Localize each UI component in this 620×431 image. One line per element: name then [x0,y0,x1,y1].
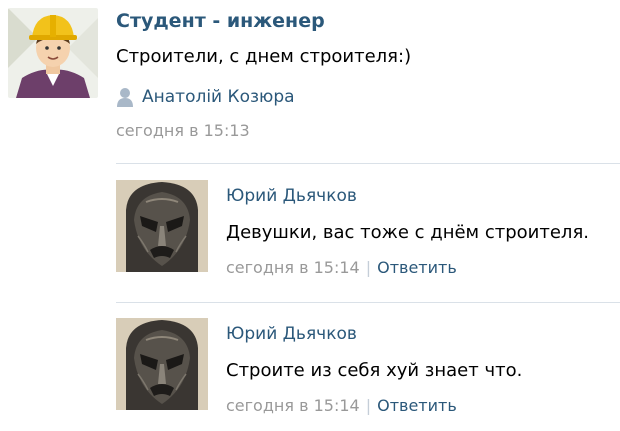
comment-timestamp[interactable]: сегодня в 15:14 [226,396,360,415]
reply-link[interactable]: Ответить [377,258,457,277]
reply-link[interactable]: Ответить [377,396,457,415]
post-text: Строители, с днем строителя:) [116,46,412,67]
post-title[interactable]: Студент - инженер [116,10,325,32]
comment-text: Девушки, вас тоже с днём строителя. [226,222,589,243]
divider [116,302,620,303]
post-author-name[interactable]: Анатолій Козюра [142,87,295,107]
meta-separator: | [365,396,372,415]
mask-avatar-icon [116,180,208,272]
comment-text: Строите из себя хуй знает что. [226,360,523,381]
comment-timestamp[interactable]: сегодня в 15:14 [226,258,360,277]
post-timestamp[interactable]: сегодня в 15:13 [116,121,250,140]
wall-post: Студент - инженер Строители, с днем стро… [0,0,620,150]
group-avatar[interactable] [8,8,98,98]
meta-separator: | [365,258,372,277]
comment-meta: сегодня в 15:14 | Ответить [226,258,457,277]
comment-meta: сегодня в 15:14 | Ответить [226,396,457,415]
commenter-avatar[interactable] [116,318,208,410]
divider [116,163,620,164]
comment-author[interactable]: Юрий Дьячков [226,324,357,344]
mask-avatar-icon [116,318,208,410]
comment: Юрий Дьячков Строите из себя хуй знает ч… [116,318,620,423]
comment-author[interactable]: Юрий Дьячков [226,186,357,206]
user-icon [117,88,133,107]
post-signature[interactable]: Анатолій Козюра [116,86,295,108]
construction-worker-avatar-icon [8,8,98,98]
comment: Юрий Дьячков Девушки, вас тоже с днём ст… [116,180,620,285]
commenter-avatar[interactable] [116,180,208,272]
